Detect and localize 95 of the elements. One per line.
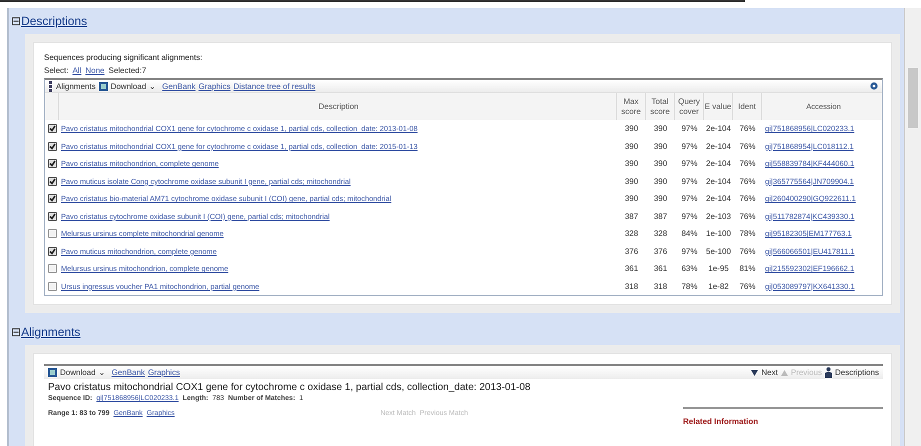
table-cell-text: 361 — [652, 264, 668, 274]
row-checkbox[interactable] — [48, 212, 56, 221]
table-cell-text: 328 — [652, 229, 668, 238]
toolbar-link[interactable]: GenBank — [112, 368, 145, 377]
sequence-title: Pavo cristatus mitochondrial COX1 gene for cytochrome c oxidase 1, partial cds, collection_date: 2013-01-08 — [48, 382, 532, 393]
table-cell-text: 76% — [738, 212, 756, 221]
row-checkbox[interactable] — [48, 159, 56, 168]
table-cell-text: 390 — [624, 176, 640, 186]
results-heading: Sequences producing significant alignments: — [44, 53, 204, 62]
table-cell-text: 390 — [652, 142, 668, 151]
column-header[interactable]: Total score — [646, 93, 675, 120]
column-header[interactable]: Query cover — [675, 93, 704, 120]
table-cell-text: 376 — [624, 246, 640, 256]
section-title-link[interactable]: Alignments — [21, 325, 80, 339]
table-cell-text: 76% — [738, 159, 756, 168]
toolbar-link[interactable]: Distance tree of results — [234, 82, 316, 90]
alignments-button[interactable]: Alignments — [56, 82, 96, 90]
table-cell-text: 2e-104 — [705, 194, 732, 204]
toolbar-link[interactable]: GenBank — [162, 82, 196, 90]
table-cell-text: 78% — [738, 229, 756, 238]
table-cell-text: 390 — [624, 124, 640, 134]
table-cell-text: 97% — [680, 159, 698, 168]
row-checkbox[interactable] — [48, 264, 56, 274]
table-cell-text: 97% — [680, 142, 698, 151]
table-cell-text: 387 — [652, 212, 668, 221]
table-cell-text: 2e-104 — [705, 176, 732, 186]
related-information-heading: Related Information — [683, 417, 760, 426]
download-icon — [48, 368, 57, 377]
table-cell-text: 78% — [680, 282, 698, 291]
table-cell-text: 1e-82 — [707, 282, 730, 291]
table-cell-text: 2e-104 — [705, 124, 732, 134]
column-header[interactable]: Max score — [617, 93, 646, 120]
select-all-link[interactable]: All — [72, 66, 82, 75]
down-triangle-icon — [751, 370, 758, 376]
column-header[interactable]: E value — [704, 93, 733, 120]
table-cell-text: 318 — [624, 282, 640, 291]
settings-icon[interactable] — [870, 82, 878, 90]
drag-handle-icon — [49, 80, 53, 92]
row-checkbox[interactable] — [48, 142, 56, 151]
download-icon — [98, 82, 108, 90]
descriptions-button[interactable]: Descriptions — [834, 368, 879, 377]
select-label: Select: — [44, 66, 68, 75]
row-checkbox[interactable] — [48, 194, 56, 204]
row-checkbox[interactable] — [48, 246, 56, 256]
table-cell-text: 390 — [624, 142, 640, 151]
table-cell-text: 2e-104 — [705, 142, 732, 151]
table-cell-text: 76% — [738, 282, 756, 291]
table-cell-text: 84% — [680, 229, 698, 238]
row-checkbox[interactable] — [48, 229, 56, 238]
table-cell-text: 76% — [738, 142, 756, 151]
collapse-toggle[interactable]: ⊟ — [11, 15, 22, 27]
table-cell-text: 97% — [680, 124, 698, 134]
table-cell-text: 97% — [680, 176, 698, 186]
person-icon — [824, 367, 832, 378]
table-cell-text: 387 — [624, 212, 640, 221]
collapse-toggle[interactable]: ⊟ — [11, 326, 22, 338]
table-cell-text: 76% — [738, 124, 756, 134]
up-triangle-icon — [780, 370, 788, 376]
table-cell-text: 390 — [652, 124, 668, 134]
table-cell-text: 318 — [652, 282, 668, 291]
row-checkbox[interactable] — [48, 176, 56, 186]
table-cell-text: 76% — [738, 176, 756, 186]
table-cell-text: 97% — [680, 194, 698, 204]
table-cell-text: 97% — [680, 212, 698, 221]
column-header[interactable]: Ident — [733, 93, 762, 120]
table-cell-text: 2e-103 — [705, 212, 732, 221]
row-checkbox[interactable] — [48, 124, 56, 134]
next-button[interactable]: Next — [761, 368, 778, 377]
row-checkbox[interactable] — [48, 282, 56, 291]
table-cell-text: 1e-100 — [705, 229, 732, 238]
table-cell-text: 76% — [738, 194, 756, 204]
section-title-link[interactable]: Descriptions — [21, 14, 88, 28]
toolbar-link[interactable]: Graphics — [148, 368, 180, 377]
table-cell-text: 5e-100 — [705, 246, 732, 256]
selected-count: Selected:7 — [108, 66, 146, 75]
table-cell-text: 390 — [652, 194, 668, 204]
download-button[interactable]: Download — [60, 368, 96, 377]
table-cell-text: 390 — [624, 194, 640, 204]
select-none-link[interactable]: None — [85, 66, 104, 75]
table-cell-text: 376 — [652, 246, 668, 256]
table-cell-text: 97% — [680, 246, 698, 256]
table-cell-text: 390 — [652, 159, 668, 168]
table-cell-text: 1e-95 — [707, 264, 730, 274]
table-cell-text: 81% — [738, 264, 756, 274]
table-cell-text: 390 — [624, 159, 640, 168]
table-cell-text: 361 — [624, 264, 640, 274]
toolbar-link[interactable]: Graphics — [198, 82, 231, 90]
table-cell-text: 76% — [738, 246, 756, 256]
scrollbar[interactable] — [904, 8, 921, 446]
table-cell-text: 2e-104 — [705, 159, 732, 168]
table-cell-text: 63% — [680, 264, 698, 274]
download-button[interactable]: Download — [110, 82, 146, 90]
table-cell-text: 328 — [624, 229, 640, 238]
table-cell-text: 390 — [652, 176, 668, 186]
column-header[interactable]: Description — [59, 93, 617, 120]
